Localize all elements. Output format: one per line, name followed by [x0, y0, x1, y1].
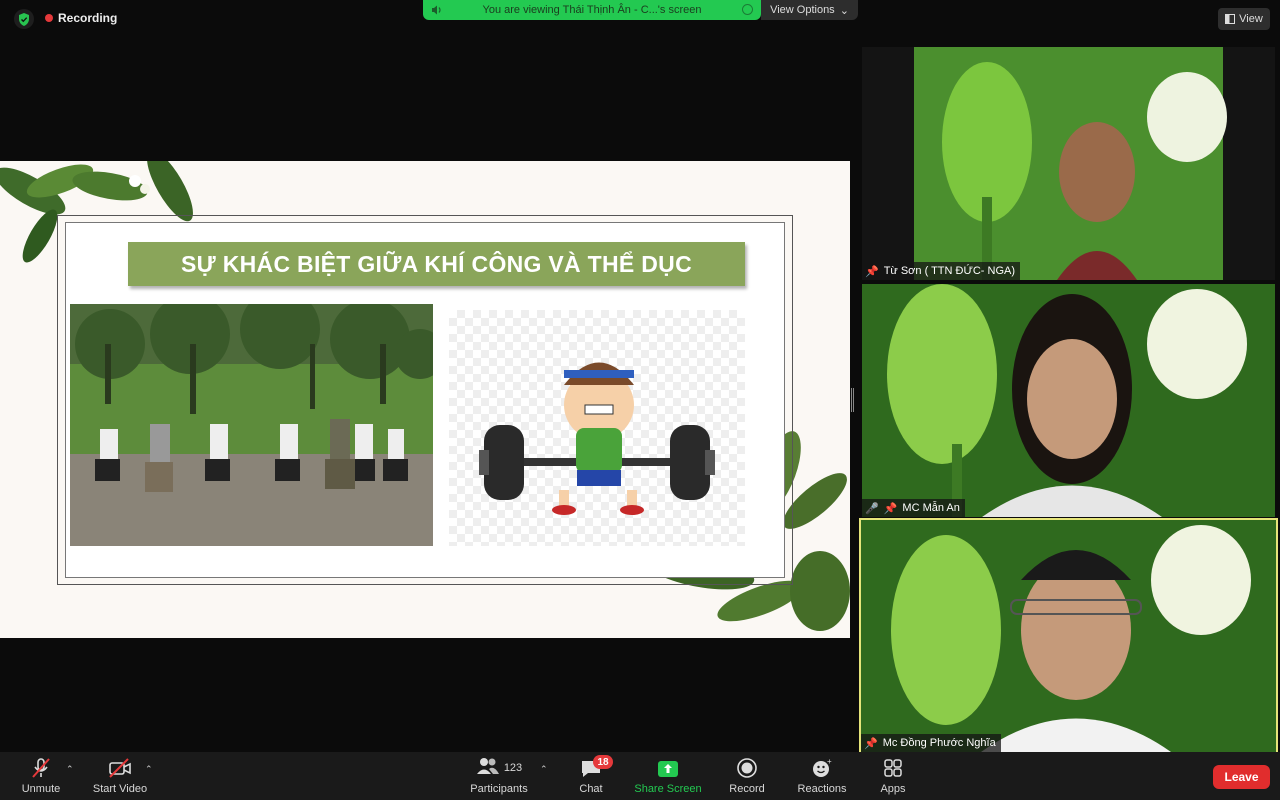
- svg-text:+: +: [827, 757, 832, 766]
- participants-icon: [476, 758, 499, 774]
- participant-tile[interactable]: 🎤 📌 MC Mẫn An: [862, 284, 1275, 517]
- recording-label: Recording: [58, 11, 118, 25]
- panel-resize-handle[interactable]: [851, 388, 854, 412]
- pin-icon: 📌: [883, 502, 898, 515]
- security-shield-icon[interactable]: [14, 9, 34, 29]
- record-icon: [737, 758, 757, 778]
- participant-name-label: 🎤 📌 MC Mẫn An: [862, 499, 965, 517]
- participants-button[interactable]: 123 Participants: [468, 752, 530, 800]
- qigong-photo: [70, 304, 433, 546]
- participant-name-label: 📌 Từ Sơn ( TTN ĐỨC- NGA): [862, 262, 1021, 280]
- meeting-toolbar: Unmute ⌃ Start Video ⌃ 123 Participants …: [0, 752, 1280, 800]
- video-options-caret-icon[interactable]: ⌃: [145, 764, 153, 775]
- speaker-icon: [432, 5, 441, 15]
- view-label: View: [1239, 13, 1263, 25]
- viewing-text: You are viewing Thái Thịnh Ân - C...'s s…: [482, 4, 702, 16]
- start-video-button[interactable]: Start Video: [90, 752, 150, 800]
- view-options-button[interactable]: View Options ⌄: [761, 0, 858, 20]
- view-options-label: View Options: [770, 4, 835, 16]
- view-layout-icon: [1225, 14, 1236, 24]
- audio-options-caret-icon[interactable]: ⌃: [66, 764, 74, 775]
- slide-title: SỰ KHÁC BIỆT GIỮA KHÍ CÔNG VÀ THỂ DỤC: [128, 242, 745, 286]
- chevron-down-icon: ⌄: [839, 4, 849, 17]
- muted-mic-icon: [32, 758, 50, 778]
- apps-icon: [884, 759, 902, 777]
- unmute-button[interactable]: Unmute: [15, 752, 67, 800]
- zoom-meeting-window: Recording You are viewing Thái Thịnh Ân …: [0, 0, 1280, 800]
- reactions-button[interactable]: + Reactions: [794, 752, 850, 800]
- participant-tile[interactable]: 📌 Từ Sơn ( TTN ĐỨC- NGA): [862, 47, 1275, 280]
- screen-share-banner: You are viewing Thái Thịnh Ân - C...'s s…: [423, 0, 761, 20]
- chat-unread-badge: 18: [593, 755, 613, 769]
- apps-button[interactable]: Apps: [875, 752, 911, 800]
- recording-dot-icon: [45, 14, 53, 22]
- participants-count: 123: [503, 762, 523, 774]
- weightlifter-cartoon-image: [449, 310, 745, 546]
- smiley-icon: +: [813, 757, 832, 777]
- participant-name-label: 📌 Mc Đồng Phước Nghĩa: [861, 734, 1001, 752]
- status-circle-icon: [742, 4, 753, 15]
- share-screen-button[interactable]: Share Screen: [632, 752, 704, 800]
- participants-options-caret-icon[interactable]: ⌃: [540, 764, 548, 775]
- chat-button[interactable]: 18 Chat: [571, 752, 613, 800]
- view-button[interactable]: View: [1218, 8, 1270, 30]
- muted-mic-icon: 🎤: [865, 502, 879, 515]
- pin-icon: 📌: [864, 737, 878, 750]
- share-screen-icon: [658, 761, 678, 777]
- pin-icon: 📌: [865, 265, 879, 278]
- leave-button[interactable]: Leave: [1213, 765, 1270, 789]
- record-button[interactable]: Record: [726, 752, 768, 800]
- active-speaker-tile[interactable]: 📌 Mc Đồng Phước Nghĩa: [859, 518, 1278, 754]
- video-off-icon: [109, 758, 131, 778]
- recording-indicator[interactable]: Recording: [45, 11, 117, 25]
